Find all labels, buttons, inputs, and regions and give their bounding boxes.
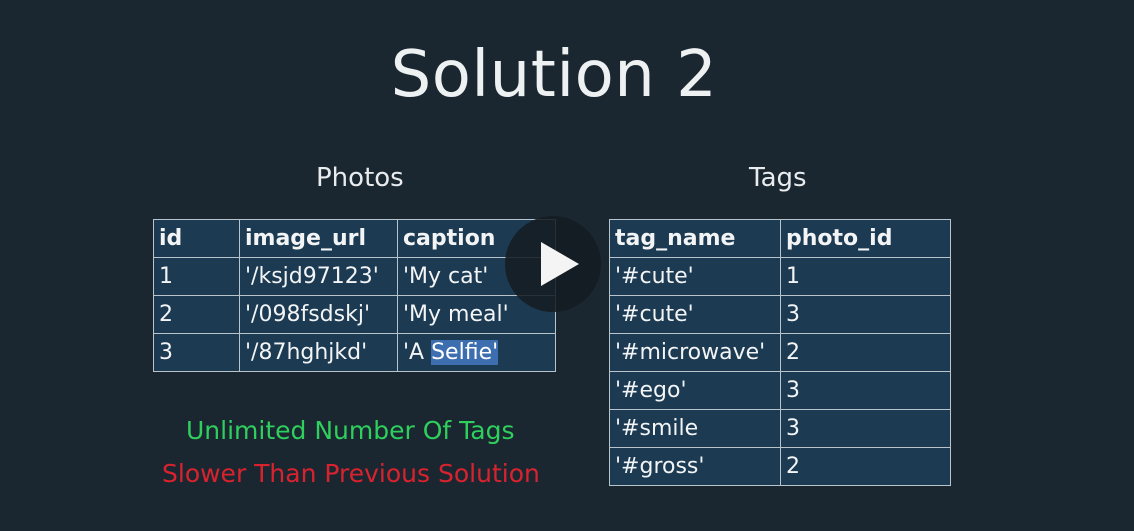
table-cell: '/87hghjkd' bbox=[239, 333, 398, 372]
table-cell: '#cute' bbox=[609, 295, 781, 334]
table-cell: 2 bbox=[780, 333, 951, 372]
selected-text: Selfie' bbox=[431, 340, 499, 365]
table-cell: 2 bbox=[153, 295, 240, 334]
table-cell: '/ksjd97123' bbox=[239, 257, 398, 296]
photos-table: id image_url caption 1 '/ksjd97123' 'My … bbox=[153, 219, 556, 372]
table-cell: 3 bbox=[780, 295, 951, 334]
table-cell: 3 bbox=[780, 409, 951, 448]
column-header: image_url bbox=[239, 219, 398, 258]
table-cell: 2 bbox=[780, 447, 951, 486]
table-cell: '#ego' bbox=[609, 371, 781, 410]
column-header: photo_id bbox=[780, 219, 951, 258]
table-row: 2 '/098fsdskj' 'My meal' bbox=[153, 295, 556, 334]
table-row: '#gross' 2 bbox=[609, 447, 951, 486]
slide-title: Solution 2 bbox=[390, 38, 718, 112]
table-row: '#ego' 3 bbox=[609, 371, 951, 410]
table-row: '#microwave' 2 bbox=[609, 333, 951, 372]
table-row: 3 '/87hghjkd' 'A Selfie' bbox=[153, 333, 556, 372]
table-row: '#smile 3 bbox=[609, 409, 951, 448]
table-row: '#cute' 1 bbox=[609, 257, 951, 296]
tags-table: tag_name photo_id '#cute' 1 '#cute' 3 '#… bbox=[609, 219, 951, 486]
table-cell: '/098fsdskj' bbox=[239, 295, 398, 334]
play-icon bbox=[541, 242, 579, 286]
table-cell: '#smile bbox=[609, 409, 781, 448]
table-cell: 1 bbox=[153, 257, 240, 296]
table-row: 1 '/ksjd97123' 'My cat' bbox=[153, 257, 556, 296]
table-cell: '#cute' bbox=[609, 257, 781, 296]
table-cell: '#microwave' bbox=[609, 333, 781, 372]
column-header: tag_name bbox=[609, 219, 781, 258]
table-header-row: tag_name photo_id bbox=[609, 219, 951, 258]
play-button[interactable] bbox=[505, 216, 601, 312]
table-cell: 'A Selfie' bbox=[397, 333, 556, 372]
tags-table-heading: Tags bbox=[749, 163, 807, 193]
table-row: '#cute' 3 bbox=[609, 295, 951, 334]
caption-text: 'A bbox=[403, 340, 432, 365]
table-cell: 3 bbox=[153, 333, 240, 372]
table-cell: 1 bbox=[780, 257, 951, 296]
table-header-row: id image_url caption bbox=[153, 219, 556, 258]
photos-table-heading: Photos bbox=[316, 163, 404, 193]
table-cell: 3 bbox=[780, 371, 951, 410]
video-frame[interactable]: Solution 2 Photos Tags id image_url capt… bbox=[0, 0, 1134, 531]
disadvantage-note: Slower Than Previous Solution bbox=[162, 459, 540, 488]
table-cell: '#gross' bbox=[609, 447, 781, 486]
column-header: id bbox=[153, 219, 240, 258]
advantage-note: Unlimited Number Of Tags bbox=[186, 416, 515, 445]
